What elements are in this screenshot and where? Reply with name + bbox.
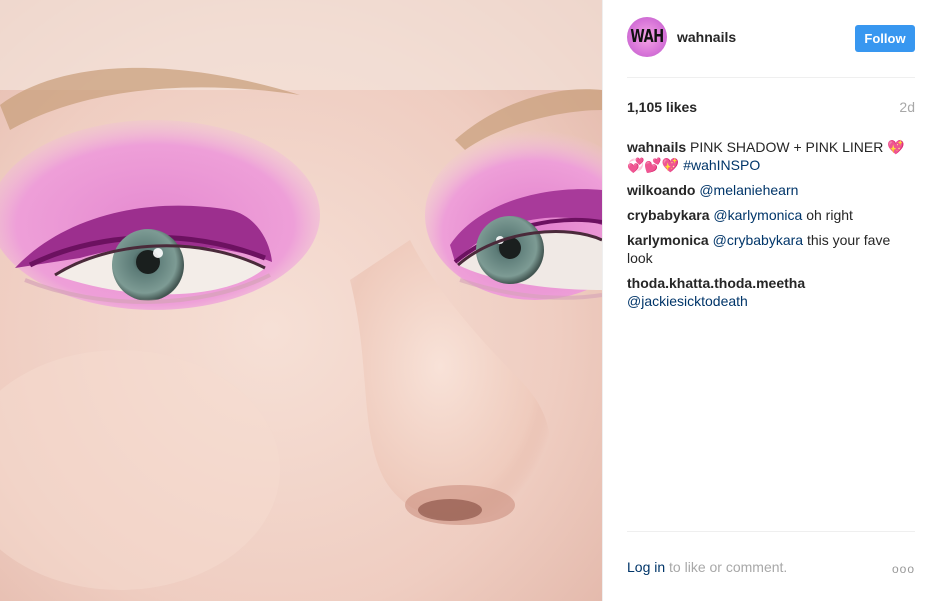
comment-item: karlymonica @crybabykara this your fave … [627,231,915,267]
login-prompt: Log in to like or comment. [627,559,787,575]
post-details-panel: WAH wahnails Follow 1,105 likes 2d wahna… [602,0,937,601]
comment-list: wahnails PINK SHADOW + PINK LINER 💖💞💕💖 #… [627,138,915,317]
likes-count[interactable]: 1,105 likes [627,99,697,115]
mention-link[interactable]: @jackiesicktodeath [627,293,748,309]
follow-button[interactable]: Follow [855,25,915,52]
login-link[interactable]: Log in [627,559,665,575]
more-options-icon[interactable]: ooo [892,562,915,576]
caption-author-link[interactable]: wahnails [627,139,686,155]
comment-item: crybabykara @karlymonica oh right [627,206,915,224]
avatar[interactable]: WAH [627,17,667,57]
comment-item: thoda.khatta.thoda.meetha @jackiesicktod… [627,274,915,310]
post-view: WAH wahnails Follow 1,105 likes 2d wahna… [0,0,937,601]
avatar-logo-text: WAH [630,26,664,48]
username-link[interactable]: wahnails [677,29,736,45]
login-suffix: to like or comment. [669,559,788,575]
post-footer: Log in to like or comment. ooo [627,531,915,601]
post-photo[interactable] [0,0,602,601]
comment-author-link[interactable]: crybabykara [627,207,710,223]
hashtag-link[interactable]: #wahINSPO [683,157,760,173]
comment-text: oh right [806,207,853,223]
caption: wahnails PINK SHADOW + PINK LINER 💖💞💕💖 #… [627,138,915,174]
mention-link[interactable]: @crybabykara [713,232,803,248]
post-header: WAH wahnails Follow [627,0,915,78]
post-age[interactable]: 2d [899,99,915,115]
post-stats: 1,105 likes 2d [627,99,915,119]
mention-link[interactable]: @karlymonica [713,207,802,223]
mention-link[interactable]: @melaniehearn [699,182,798,198]
comment-author-link[interactable]: thoda.khatta.thoda.meetha [627,275,805,291]
comment-author-link[interactable]: wilkoando [627,182,695,198]
comment-item: wilkoando @melaniehearn [627,181,915,199]
comment-author-link[interactable]: karlymonica [627,232,709,248]
eyes-closeup-image [0,0,602,601]
